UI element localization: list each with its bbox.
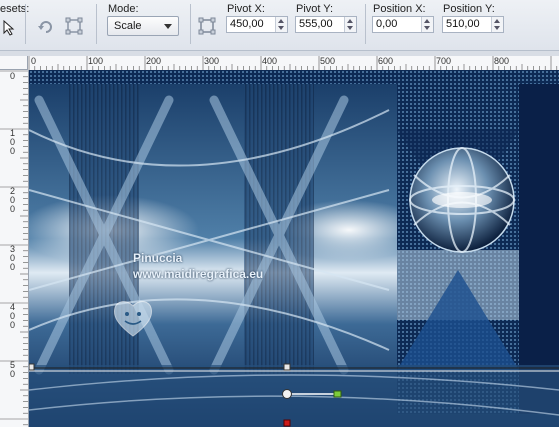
pivot-y-spinner[interactable] <box>344 17 356 32</box>
transform-handles <box>29 363 342 427</box>
left-handle[interactable] <box>29 363 35 371</box>
pivot-y-input[interactable]: 555,00 <box>295 16 357 33</box>
ruler-tick-label: 2 0 0 <box>10 186 16 214</box>
position-x-value: 0,00 <box>376 18 398 30</box>
pointer-icon[interactable] <box>1 19 19 37</box>
chevron-down-icon <box>164 24 172 29</box>
ruler-tick-label: 0 <box>31 56 37 66</box>
ruler-tick-label: 5 0 <box>10 360 16 379</box>
ruler-tick-label: 100 <box>88 56 104 66</box>
ruler-tick-label: 400 <box>262 56 278 66</box>
position-y-value: 510,00 <box>446 18 480 30</box>
watermark-heart-logo <box>114 301 152 337</box>
position-x-spinner[interactable] <box>421 17 433 32</box>
image-canvas[interactable]: Pinuccia www.maidiregrafica.eu <box>29 70 559 427</box>
position-y-spinner[interactable] <box>491 17 503 32</box>
pivot-y-label: Pivot Y: <box>296 3 334 15</box>
ruler-tick-label: 0 <box>10 71 16 81</box>
toolbar-separator <box>190 4 191 44</box>
ruler-tick-label: 3 0 0 <box>10 244 16 272</box>
ruler-tick-label: 1 0 0 <box>10 128 16 156</box>
pivot-x-input[interactable]: 450,00 <box>226 16 288 33</box>
ruler-tick-label: 500 <box>320 56 336 66</box>
pivot-x-label: Pivot X: <box>227 3 265 15</box>
watermark-url: www.maidiregrafica.eu <box>133 267 264 281</box>
rotation-handle[interactable] <box>333 390 342 398</box>
ruler-tick-label: 300 <box>204 56 220 66</box>
mode-label: Mode: <box>108 3 139 15</box>
position-y-input[interactable]: 510,00 <box>442 16 504 33</box>
position-y-label: Position Y: <box>443 3 495 15</box>
pivot-y-value: 555,00 <box>299 18 333 30</box>
pivot-handle[interactable] <box>282 389 292 399</box>
pivot-x-value: 450,00 <box>230 18 264 30</box>
ruler-ticks <box>28 56 558 70</box>
ruler-tick-label: 700 <box>436 56 452 66</box>
vertical-ruler: 0 1 0 0 2 0 0 3 0 0 4 0 0 5 0 <box>0 70 29 427</box>
ruler-tick-label: 4 0 0 <box>10 302 16 330</box>
rotate-icon[interactable] <box>37 17 55 35</box>
ruler-tick-label: 200 <box>146 56 162 66</box>
mode-select-value: Scale <box>114 20 142 32</box>
bottom-center-handle[interactable] <box>283 419 291 427</box>
toolbar: esets: Mode: Scale Pivot X: 450,00 Pivot… <box>0 0 559 51</box>
bounding-box-icon[interactable] <box>65 17 83 35</box>
mode-select[interactable]: Scale <box>107 16 179 36</box>
ruler-corner <box>0 56 28 70</box>
pivot-x-spinner[interactable] <box>275 17 287 32</box>
toolbar-separator <box>25 4 26 44</box>
toolbar-separator <box>96 4 97 44</box>
ruler-tick-label: 600 <box>378 56 394 66</box>
horizontal-ruler: 0 100 200 300 400 500 600 700 800 <box>28 56 559 71</box>
pivot-icon[interactable] <box>198 17 216 35</box>
toolbar-separator <box>365 4 366 44</box>
ruler-tick-label: 800 <box>494 56 510 66</box>
watermark-name: Pinuccia <box>133 251 183 265</box>
position-x-label: Position X: <box>373 3 426 15</box>
top-center-handle[interactable] <box>283 363 291 371</box>
position-x-input[interactable]: 0,00 <box>372 16 434 33</box>
